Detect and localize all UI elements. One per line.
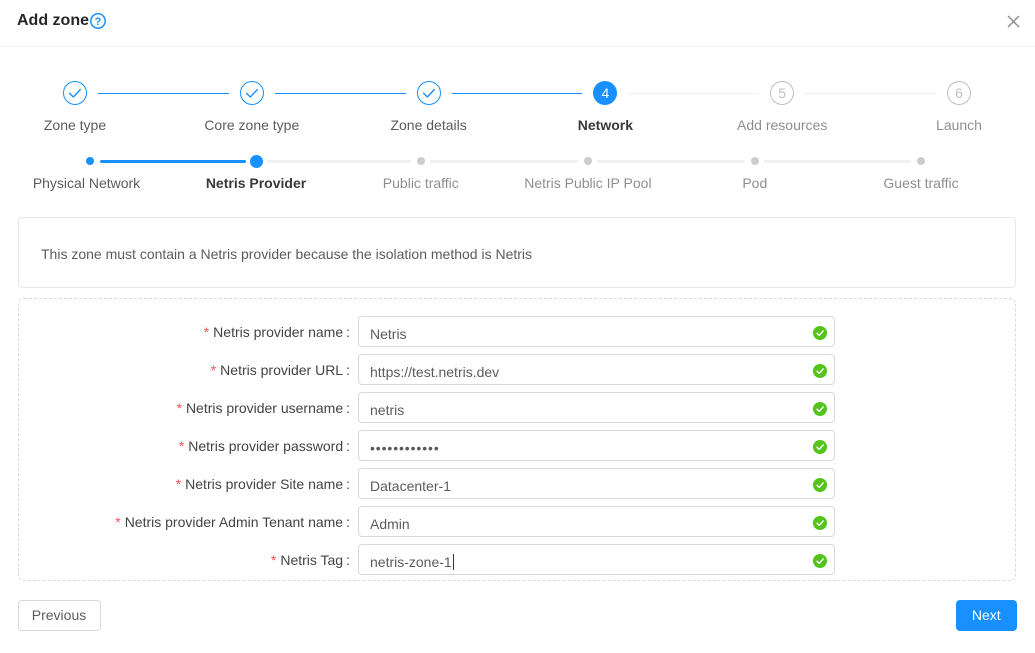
svg-text:?: ? [95,15,102,27]
